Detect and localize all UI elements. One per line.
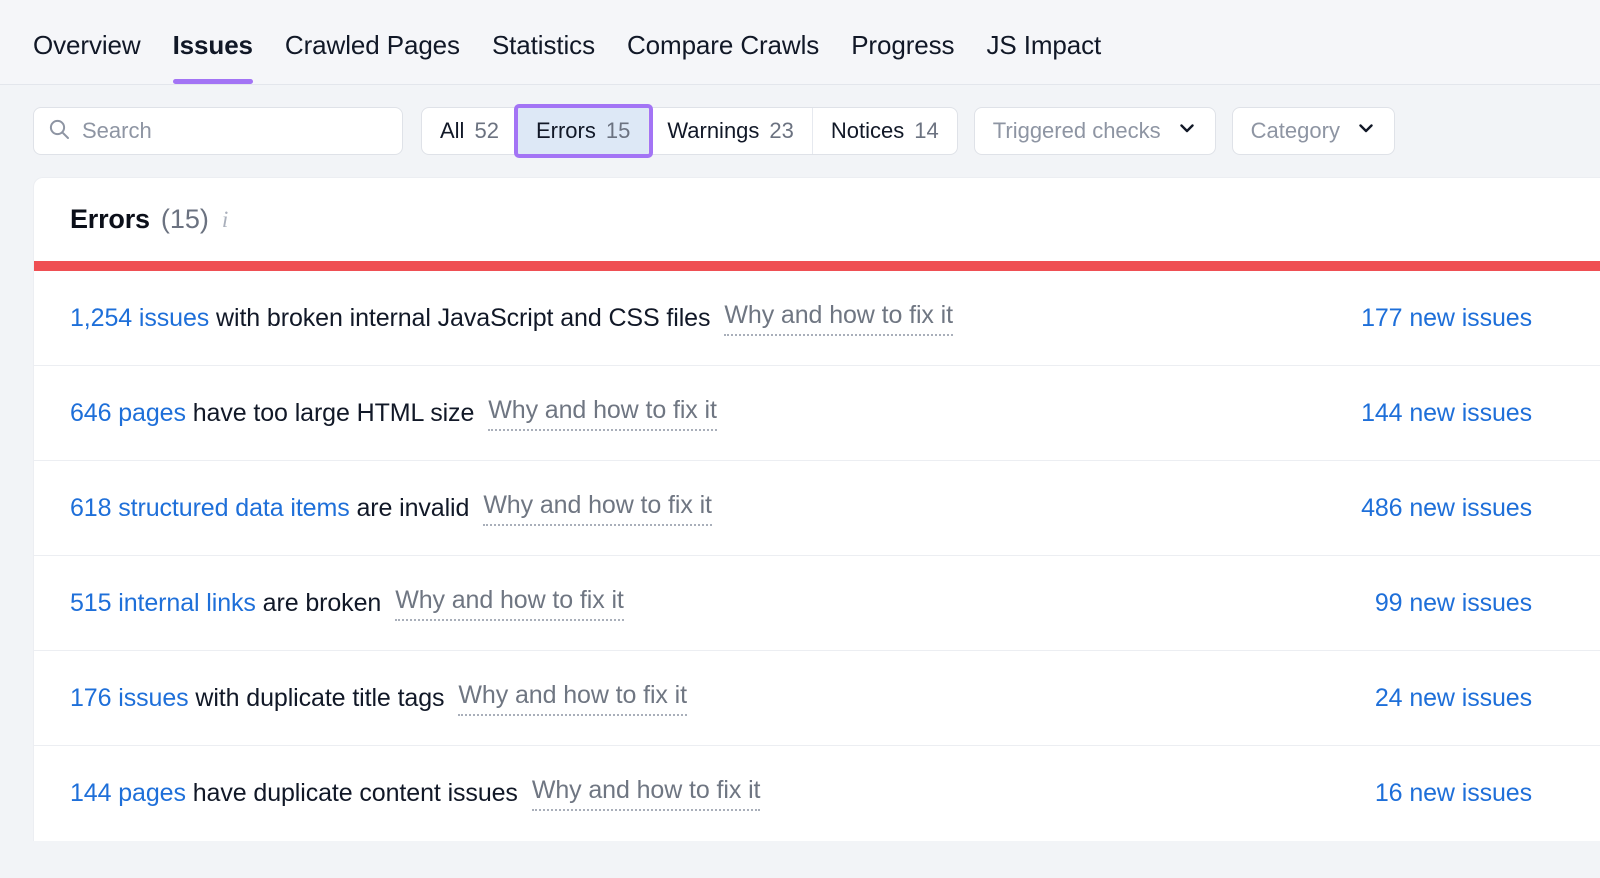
new-issues-link[interactable]: 16 new issues: [1375, 779, 1564, 808]
segment-errors[interactable]: Errors 15: [518, 108, 649, 154]
why-and-how-to-fix-it-link[interactable]: Why and how to fix it: [724, 301, 953, 336]
segment-label: Errors: [536, 118, 596, 144]
dropdown-filters: Triggered checks Category: [974, 107, 1395, 155]
segment-count: 14: [914, 118, 938, 144]
issue-count-link[interactable]: 515 internal links: [70, 589, 256, 617]
tab-statistics[interactable]: Statistics: [476, 32, 611, 84]
dropdown-triggered-checks[interactable]: Triggered checks: [974, 107, 1216, 155]
card-header: Errors (15) i: [34, 178, 1600, 261]
info-icon[interactable]: i: [222, 208, 228, 231]
main-tab-bar: OverviewIssuesCrawled PagesStatisticsCom…: [0, 0, 1600, 85]
issue-text: have duplicate content issues: [193, 779, 518, 807]
card-count: (15): [161, 204, 209, 235]
segment-count: 52: [474, 118, 498, 144]
issue-text: have too large HTML size: [193, 399, 475, 427]
tab-overview[interactable]: Overview: [33, 32, 157, 84]
severity-bar: [34, 261, 1600, 271]
filter-toolbar: All 52 Errors 15 Warnings 23 Notices 14 Trigger…: [0, 85, 1600, 177]
issue-count-link[interactable]: 618 structured data items: [70, 494, 350, 522]
issue-count-link[interactable]: 646 pages: [70, 399, 186, 427]
issue-count-link[interactable]: 1,254 issues: [70, 304, 209, 332]
issue-row: 515 internal links are broken Why and how…: [34, 556, 1600, 651]
issue-text: are broken: [263, 589, 382, 617]
segment-warnings[interactable]: Warnings 23: [649, 108, 813, 154]
segment-count: 15: [606, 118, 630, 144]
why-and-how-to-fix-it-link[interactable]: Why and how to fix it: [483, 491, 712, 526]
issue-count-link[interactable]: 176 issues: [70, 684, 189, 712]
issue-description: 1,254 issues with broken internal JavaSc…: [70, 304, 710, 333]
segment-label: Warnings: [667, 118, 759, 144]
tab-crawled-pages[interactable]: Crawled Pages: [269, 32, 476, 84]
new-issues-link[interactable]: 24 new issues: [1375, 684, 1564, 713]
issue-description: 646 pages have too large HTML size: [70, 399, 474, 428]
issue-count-link[interactable]: 144 pages: [70, 779, 186, 807]
issue-description: 176 issues with duplicate title tags: [70, 684, 444, 713]
new-issues-link[interactable]: 99 new issues: [1375, 589, 1564, 618]
issue-row: 144 pages have duplicate content issues W…: [34, 746, 1600, 841]
search-icon: [48, 118, 70, 145]
issue-type-segmented-control: All 52 Errors 15 Warnings 23 Notices 14: [421, 107, 958, 155]
why-and-how-to-fix-it-link[interactable]: Why and how to fix it: [395, 586, 624, 621]
tab-compare-crawls[interactable]: Compare Crawls: [611, 32, 835, 84]
tab-progress[interactable]: Progress: [835, 32, 970, 84]
why-and-how-to-fix-it-link[interactable]: Why and how to fix it: [488, 396, 717, 431]
segment-notices[interactable]: Notices 14: [813, 108, 957, 154]
segment-count: 23: [769, 118, 793, 144]
issue-row: 1,254 issues with broken internal JavaSc…: [34, 271, 1600, 366]
issue-description: 144 pages have duplicate content issues: [70, 779, 518, 808]
dropdown-label: Category: [1251, 118, 1340, 144]
tab-issues[interactable]: Issues: [157, 32, 269, 84]
new-issues-link[interactable]: 486 new issues: [1361, 494, 1564, 523]
search-box[interactable]: [33, 107, 403, 155]
issue-description: 618 structured data items are invalid: [70, 494, 469, 523]
issue-text: with broken internal JavaScript and CSS …: [216, 304, 710, 332]
new-issues-link[interactable]: 177 new issues: [1361, 304, 1564, 333]
segment-label: All: [440, 118, 464, 144]
issue-row: 646 pages have too large HTML size Why an…: [34, 366, 1600, 461]
search-input[interactable]: [82, 118, 388, 144]
issue-list: 1,254 issues with broken internal JavaSc…: [34, 271, 1600, 841]
card-title: Errors: [70, 204, 150, 235]
why-and-how-to-fix-it-link[interactable]: Why and how to fix it: [532, 776, 761, 811]
tab-js-impact[interactable]: JS Impact: [970, 32, 1117, 84]
chevron-down-icon: [1356, 118, 1376, 144]
dropdown-label: Triggered checks: [993, 118, 1161, 144]
issue-type-filter-group: All 52 Errors 15 Warnings 23 Notices 14: [421, 107, 958, 155]
issue-description: 515 internal links are broken: [70, 589, 381, 618]
tab-list: OverviewIssuesCrawled PagesStatisticsCom…: [33, 32, 1117, 84]
segment-label: Notices: [831, 118, 904, 144]
issue-text: with duplicate title tags: [195, 684, 444, 712]
chevron-down-icon: [1177, 118, 1197, 144]
issue-text: are invalid: [356, 494, 469, 522]
why-and-how-to-fix-it-link[interactable]: Why and how to fix it: [458, 681, 687, 716]
errors-card: Errors (15) i 1,254 issues with broken i…: [33, 177, 1600, 841]
dropdown-category[interactable]: Category: [1232, 107, 1395, 155]
segment-all[interactable]: All 52: [422, 108, 518, 154]
new-issues-link[interactable]: 144 new issues: [1361, 399, 1564, 428]
issue-row: 176 issues with duplicate title tags Why …: [34, 651, 1600, 746]
issue-row: 618 structured data items are invalid Why…: [34, 461, 1600, 556]
